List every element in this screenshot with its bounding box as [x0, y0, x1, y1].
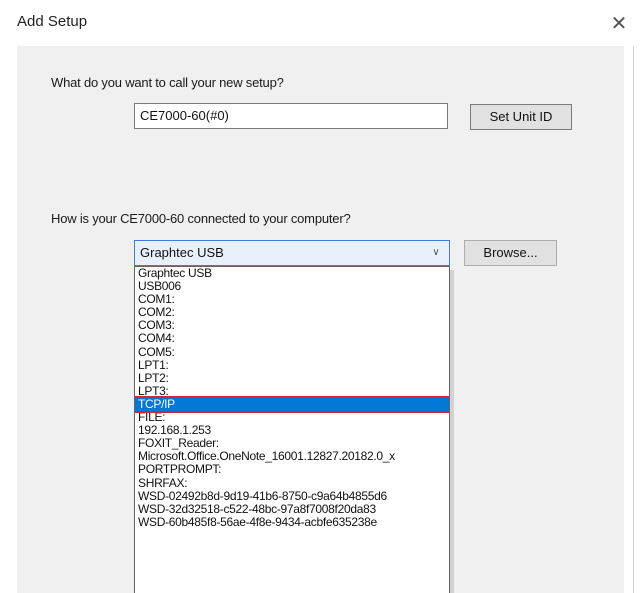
dropdown-option[interactable]: SHRFAX:: [135, 476, 449, 490]
dropdown-option[interactable]: COM2:: [135, 306, 449, 319]
dropdown-option[interactable]: COM5:: [135, 345, 449, 359]
window-title: Add Setup: [17, 13, 88, 30]
dialog-border: [633, 46, 634, 593]
dropdown-option[interactable]: WSD-60b485f8-56ae-4f8e-9434-acbfe635238e: [135, 515, 449, 529]
title-bar: Add Setup ✕: [0, 0, 643, 46]
close-icon[interactable]: ✕: [604, 10, 634, 36]
dropdown-option[interactable]: COM3:: [135, 319, 449, 332]
dropdown-shadow: [450, 270, 454, 593]
chevron-down-icon[interactable]: ∨: [429, 241, 443, 265]
setup-name-question: What do you want to call your new setup?: [51, 75, 284, 90]
browse-button[interactable]: Browse...: [464, 240, 557, 266]
dropdown-option[interactable]: WSD-02492b8d-9d19-41b6-8750-c9a64b4855d6: [135, 489, 449, 503]
connection-select-value: Graphtec USB: [140, 245, 224, 260]
connection-select[interactable]: Graphtec USB ∨: [134, 240, 450, 266]
dropdown-option-highlighted[interactable]: TCP/IP: [135, 395, 449, 414]
dropdown-option[interactable]: USB006: [135, 279, 449, 293]
connection-dropdown-list[interactable]: Graphtec USB USB006 COM1: COM2: COM3: COM4: CO…: [134, 266, 450, 593]
dropdown-option[interactable]: WSD-32d32518-c522-48bc-97a8f7008f20da83: [135, 502, 449, 516]
set-unit-id-button[interactable]: Set Unit ID: [470, 104, 572, 130]
dropdown-option[interactable]: LPT2:: [135, 371, 449, 385]
setup-name-input[interactable]: CE7000-60(#0): [134, 103, 448, 129]
dropdown-option[interactable]: COM1:: [135, 293, 449, 306]
dropdown-option[interactable]: LPT3:: [135, 384, 449, 398]
connection-question: How is your CE7000-60 connected to your …: [51, 211, 351, 226]
dropdown-option[interactable]: LPT1:: [135, 358, 449, 372]
dropdown-option[interactable]: COM4:: [135, 332, 449, 345]
dropdown-option[interactable]: PORTPROMPT:: [135, 463, 449, 476]
dropdown-option[interactable]: Graphtec USB: [135, 267, 449, 280]
